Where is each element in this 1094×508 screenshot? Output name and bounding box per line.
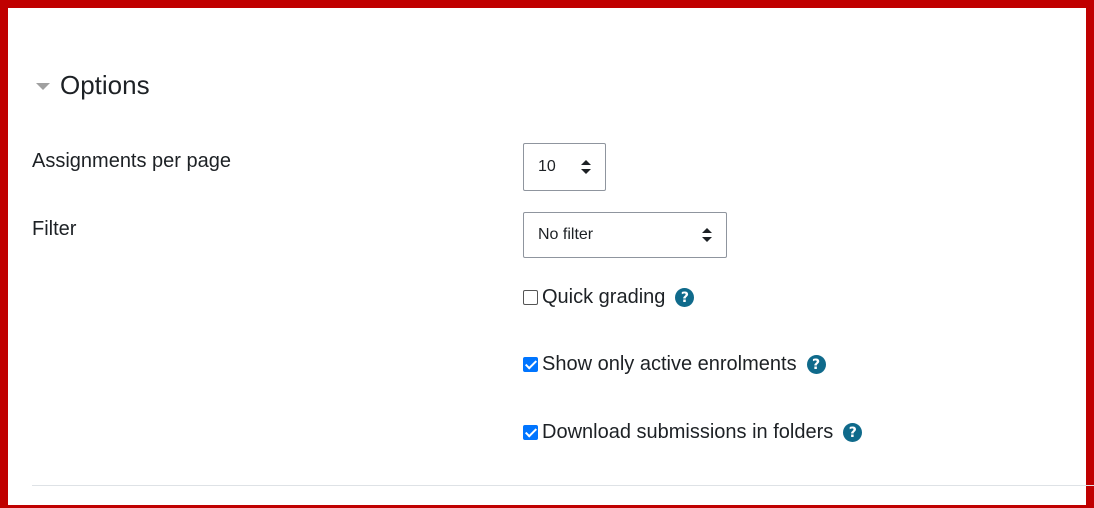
filter-label: Filter <box>32 218 77 240</box>
filter-value: No filter <box>538 226 594 243</box>
help-icon[interactable]: ? <box>675 288 695 307</box>
help-icon[interactable]: ? <box>843 423 863 442</box>
download-folders-row: Download submissions in folders ? <box>523 421 863 444</box>
updown-arrows-icon <box>581 160 591 174</box>
updown-arrows-icon <box>702 228 712 242</box>
quick-grading-row: Quick grading ? <box>523 286 695 309</box>
assignments-per-page-select[interactable]: 10 <box>523 143 606 191</box>
caret-down-icon[interactable] <box>36 83 50 90</box>
options-panel-frame: Options Assignments per page 10 Filter N… <box>0 0 1094 508</box>
active-enrolments-label[interactable]: Show only active enrolments <box>542 353 797 376</box>
active-enrolments-row: Show only active enrolments ? <box>523 353 826 376</box>
assignments-per-page-value: 10 <box>538 158 556 175</box>
help-icon[interactable]: ? <box>806 355 826 374</box>
quick-grading-checkbox[interactable] <box>523 290 538 305</box>
download-folders-checkbox[interactable] <box>523 425 538 440</box>
filter-select[interactable]: No filter <box>523 212 727 258</box>
active-enrolments-checkbox[interactable] <box>523 357 538 372</box>
download-folders-label[interactable]: Download submissions in folders <box>542 421 833 444</box>
section-divider <box>32 485 1094 486</box>
section-title: Options <box>60 70 150 100</box>
assignments-per-page-label: Assignments per page <box>32 150 232 172</box>
options-section-toggle[interactable]: Options <box>36 70 150 101</box>
quick-grading-label[interactable]: Quick grading <box>542 286 665 309</box>
